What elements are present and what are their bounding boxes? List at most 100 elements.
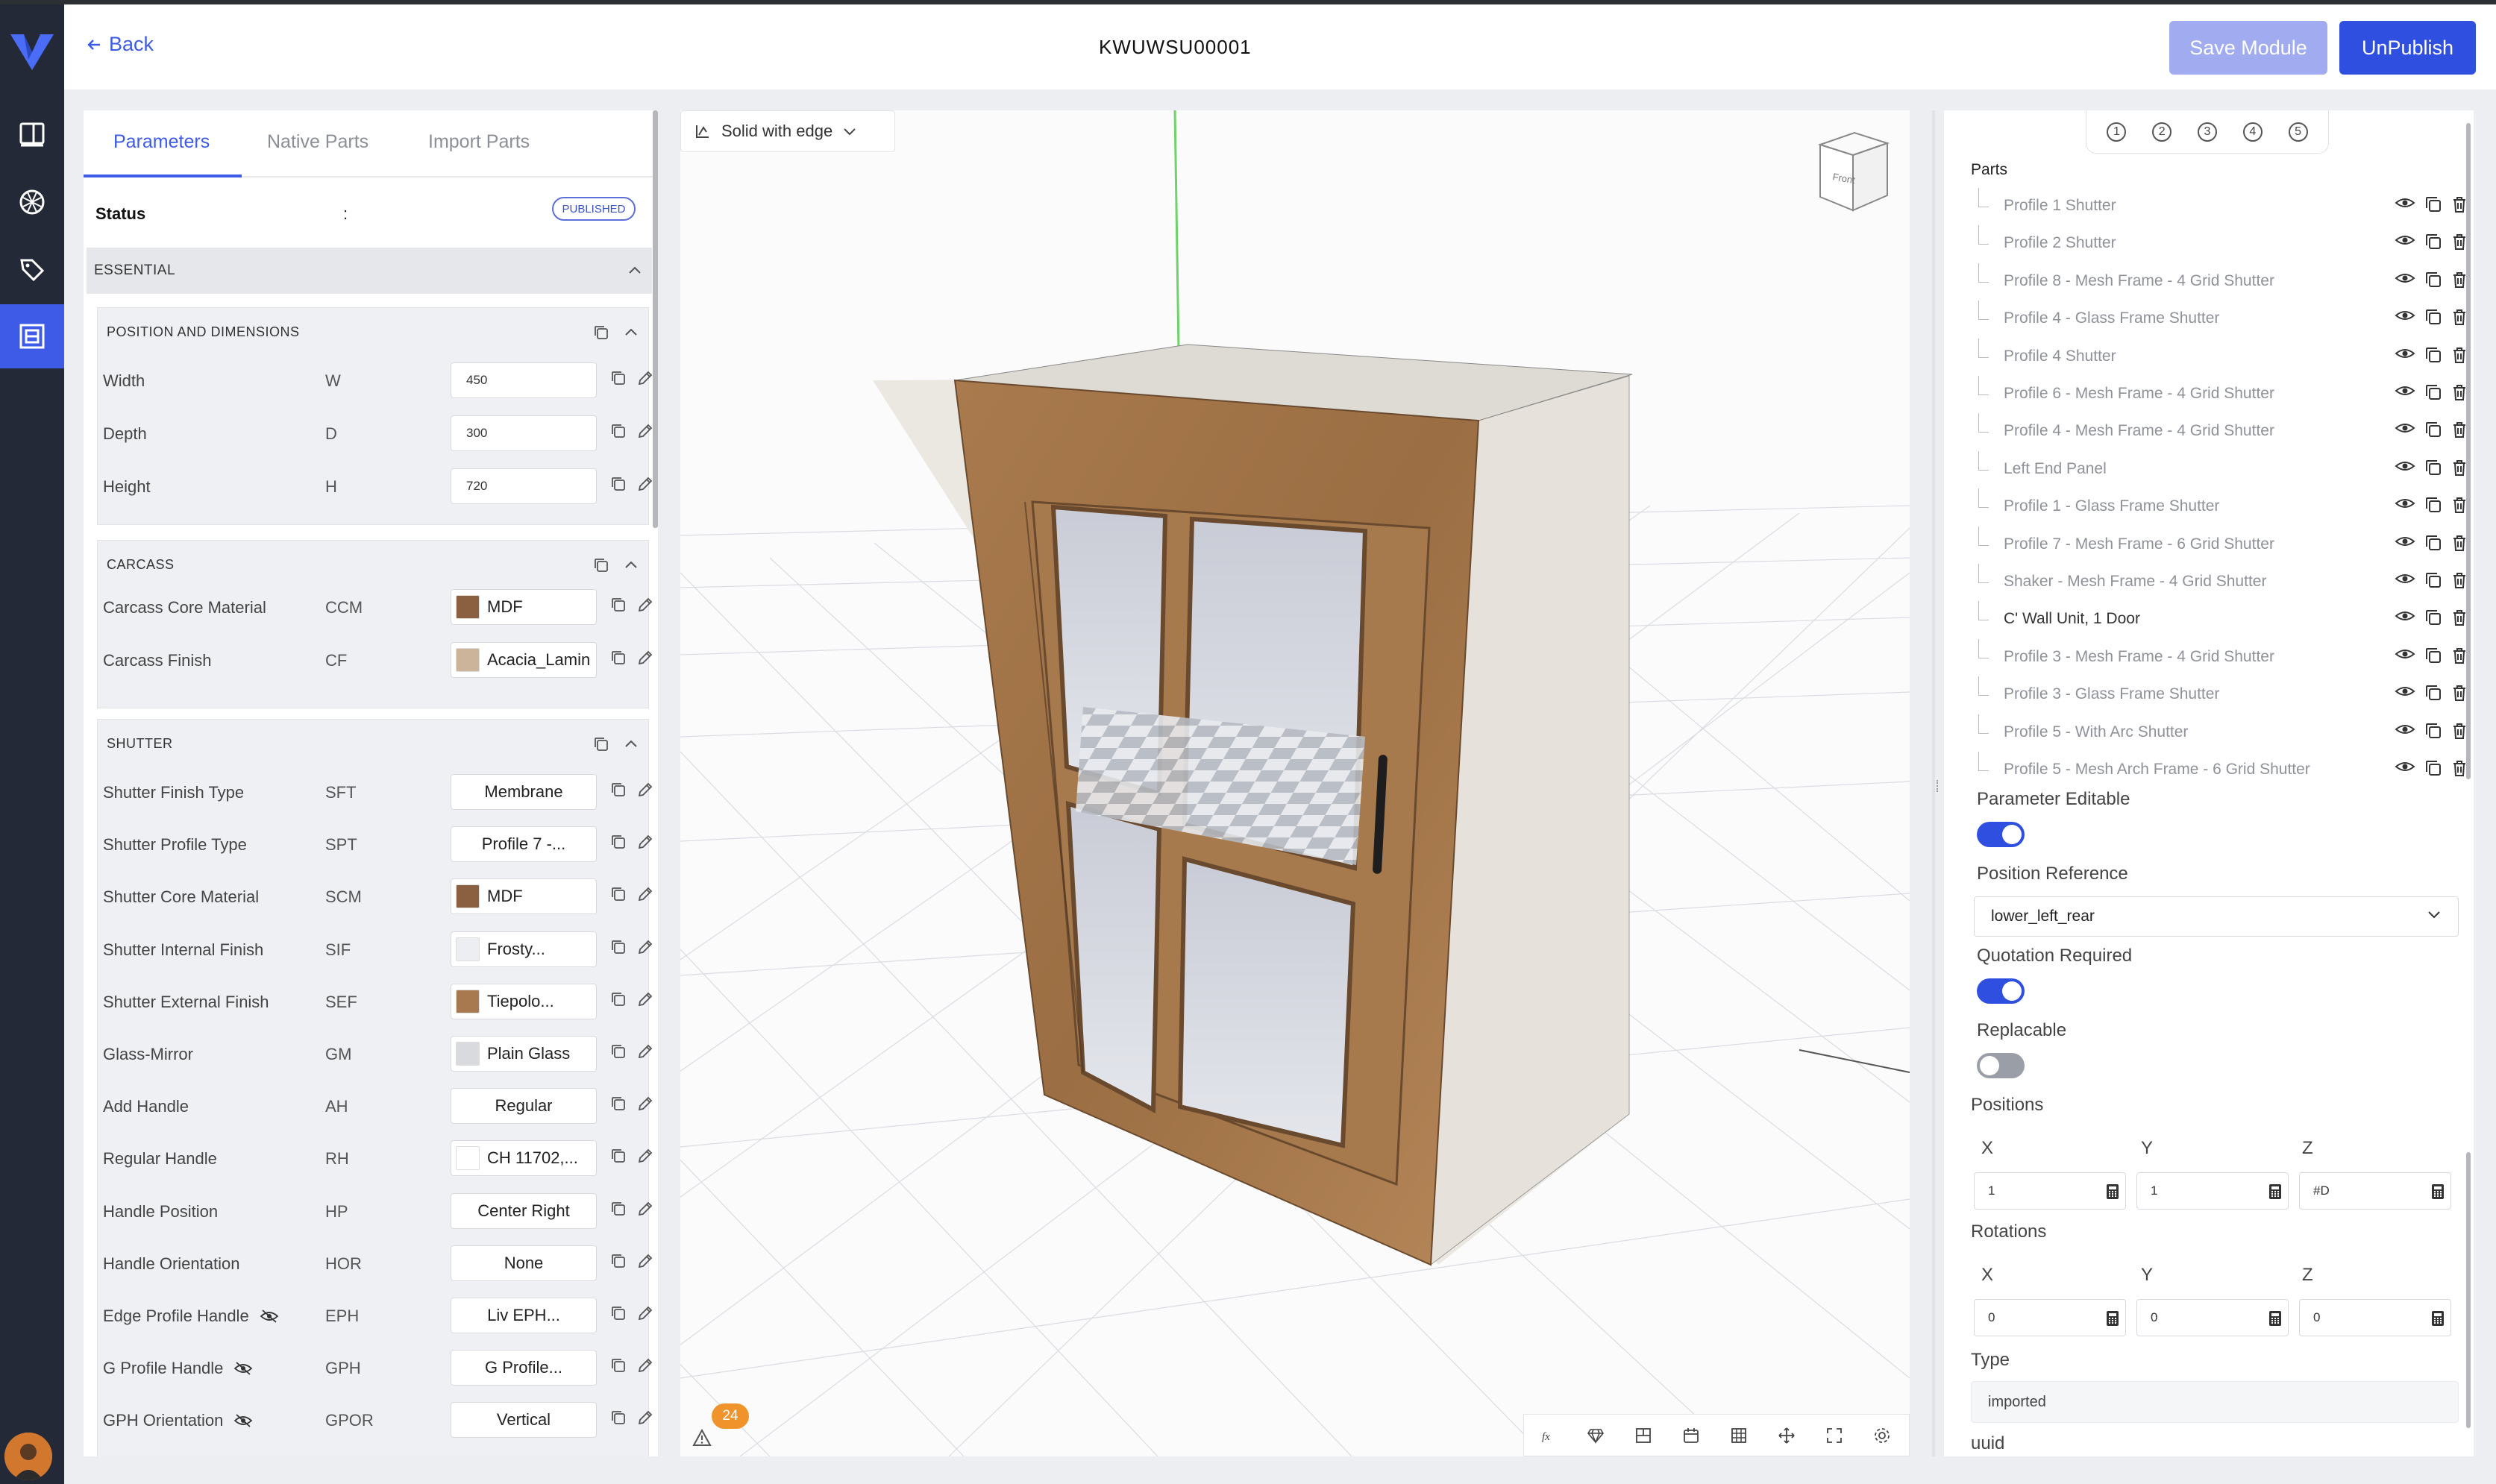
param-value-field[interactable]: Regular	[451, 1088, 597, 1125]
part-row[interactable]: C' Wall Unit, 1 Door	[1971, 601, 2465, 638]
eye-icon[interactable]	[2395, 534, 2415, 552]
material-icon[interactable]	[1572, 1414, 1619, 1456]
3d-viewport[interactable]: Solid with edge Front 24 fx	[680, 110, 1910, 1456]
part-row[interactable]: Profile 6 - Mesh Frame - 4 Grid Shutter	[1971, 376, 2465, 413]
param-value-field[interactable]: Membrane	[451, 774, 597, 810]
param-value-field[interactable]: Frosty...	[451, 931, 597, 967]
trash-icon[interactable]	[2451, 233, 2468, 251]
duplicate-icon[interactable]	[2424, 421, 2442, 438]
formula-icon[interactable]: fx	[1524, 1414, 1572, 1456]
param-value-field[interactable]: CH 11702,...	[451, 1140, 597, 1177]
replacable-toggle[interactable]	[1977, 1053, 2025, 1078]
trash-icon[interactable]	[2451, 496, 2468, 514]
param-value-field[interactable]: Tiepolo...	[451, 983, 597, 1019]
calendar-icon[interactable]	[1667, 1414, 1715, 1456]
part-row[interactable]: Profile 3 - Glass Frame Shutter	[1971, 676, 2465, 714]
copy-icon[interactable]	[610, 1201, 627, 1217]
warnings-count-badge[interactable]: 24	[712, 1403, 749, 1429]
position-reference-select[interactable]: lower_left_rear	[1974, 896, 2459, 937]
resize-handle[interactable]	[1937, 780, 1942, 792]
copy-icon[interactable]	[610, 1357, 627, 1374]
part-row[interactable]: Profile 8 - Mesh Frame - 4 Grid Shutter	[1971, 262, 2465, 301]
trash-icon[interactable]	[2451, 722, 2468, 740]
copy-icon[interactable]	[610, 886, 627, 902]
edit-icon[interactable]	[637, 1253, 653, 1269]
duplicate-icon[interactable]	[2424, 459, 2442, 477]
duplicate-icon[interactable]	[2424, 684, 2442, 702]
copy-icon[interactable]	[610, 370, 627, 386]
trash-icon[interactable]	[2451, 346, 2468, 364]
app-logo-icon[interactable]	[7, 27, 57, 76]
trash-icon[interactable]	[2451, 383, 2468, 401]
part-row[interactable]: Profile 1 Shutter	[1971, 188, 2465, 225]
edit-icon[interactable]	[637, 1148, 653, 1164]
eye-icon[interactable]	[2395, 759, 2415, 777]
eye-icon[interactable]	[2395, 722, 2415, 740]
edit-icon[interactable]	[637, 886, 653, 902]
tab-parameters[interactable]: Parameters	[113, 131, 210, 153]
position-y-input[interactable]: 1	[2136, 1172, 2289, 1210]
catalog-icon[interactable]	[0, 102, 64, 166]
copy-icon[interactable]	[593, 324, 609, 341]
param-editable-toggle[interactable]	[1977, 822, 2025, 847]
copy-icon[interactable]	[610, 650, 627, 666]
warning-icon[interactable]	[692, 1429, 712, 1447]
edit-icon[interactable]	[637, 1305, 653, 1321]
edit-icon[interactable]	[637, 423, 653, 439]
duplicate-icon[interactable]	[2424, 308, 2442, 326]
param-value-field[interactable]: None	[451, 1245, 597, 1281]
trash-icon[interactable]	[2451, 571, 2468, 589]
trash-icon[interactable]	[2451, 271, 2468, 289]
param-value-field[interactable]: Vertical	[451, 1402, 597, 1439]
chevron-up-icon[interactable]	[624, 739, 638, 748]
step-3[interactable]: 3	[2197, 122, 2217, 142]
edit-icon[interactable]	[637, 370, 653, 386]
calculator-icon[interactable]	[2431, 1310, 2445, 1327]
param-value-field[interactable]: Plain Glass	[451, 1036, 597, 1072]
duplicate-icon[interactable]	[2424, 233, 2442, 251]
trash-icon[interactable]	[2451, 647, 2468, 664]
eye-icon[interactable]	[2395, 308, 2415, 326]
eye-icon[interactable]	[2395, 383, 2415, 401]
trash-icon[interactable]	[2451, 308, 2468, 326]
param-value-field[interactable]: 450	[451, 362, 597, 398]
position-x-input[interactable]: 1	[1974, 1172, 2126, 1210]
copy-icon[interactable]	[610, 939, 627, 955]
step-5[interactable]: 5	[2288, 122, 2308, 142]
duplicate-icon[interactable]	[2424, 271, 2442, 289]
copy-icon[interactable]	[610, 991, 627, 1007]
eye-icon[interactable]	[2395, 421, 2415, 438]
trash-icon[interactable]	[2451, 195, 2468, 213]
view-cube[interactable]: Front	[1813, 127, 1895, 213]
part-row[interactable]: Profile 1 - Glass Frame Shutter	[1971, 488, 2465, 526]
trash-icon[interactable]	[2451, 534, 2468, 552]
duplicate-icon[interactable]	[2424, 346, 2442, 364]
step-4[interactable]: 4	[2242, 122, 2263, 142]
properties-scrollbar[interactable]	[2466, 1152, 2471, 1428]
step-1[interactable]: 1	[2107, 122, 2127, 142]
edit-icon[interactable]	[637, 1357, 653, 1374]
chevron-up-icon[interactable]	[624, 327, 638, 336]
param-value-field[interactable]: Center Right	[451, 1192, 597, 1229]
part-row[interactable]: Profile 5 - Mesh Arch Frame - 6 Grid Shu…	[1971, 752, 2465, 789]
eye-off-icon[interactable]	[233, 1361, 253, 1376]
eye-icon[interactable]	[2395, 496, 2415, 514]
materials-icon[interactable]	[0, 170, 64, 234]
copy-icon[interactable]	[610, 597, 627, 613]
param-value-field[interactable]: Profile 7 -...	[451, 826, 597, 863]
copy-icon[interactable]	[610, 1305, 627, 1321]
param-value-field[interactable]: Liv EPH...	[451, 1298, 597, 1333]
edit-icon[interactable]	[637, 991, 653, 1007]
edit-icon[interactable]	[637, 1409, 653, 1426]
left-panel-scrollbar[interactable]	[653, 110, 658, 528]
duplicate-icon[interactable]	[2424, 383, 2442, 401]
unpublish-button[interactable]: UnPublish	[2339, 21, 2476, 75]
tags-icon[interactable]	[0, 237, 64, 301]
trash-icon[interactable]	[2451, 421, 2468, 438]
eye-icon[interactable]	[2395, 647, 2415, 664]
edit-icon[interactable]	[637, 1095, 653, 1112]
parts-scrollbar[interactable]	[2466, 123, 2471, 779]
param-value-field[interactable]: G Profile...	[451, 1350, 597, 1386]
part-row[interactable]: Profile 4 - Glass Frame Shutter	[1971, 301, 2465, 338]
edit-icon[interactable]	[637, 1043, 653, 1060]
